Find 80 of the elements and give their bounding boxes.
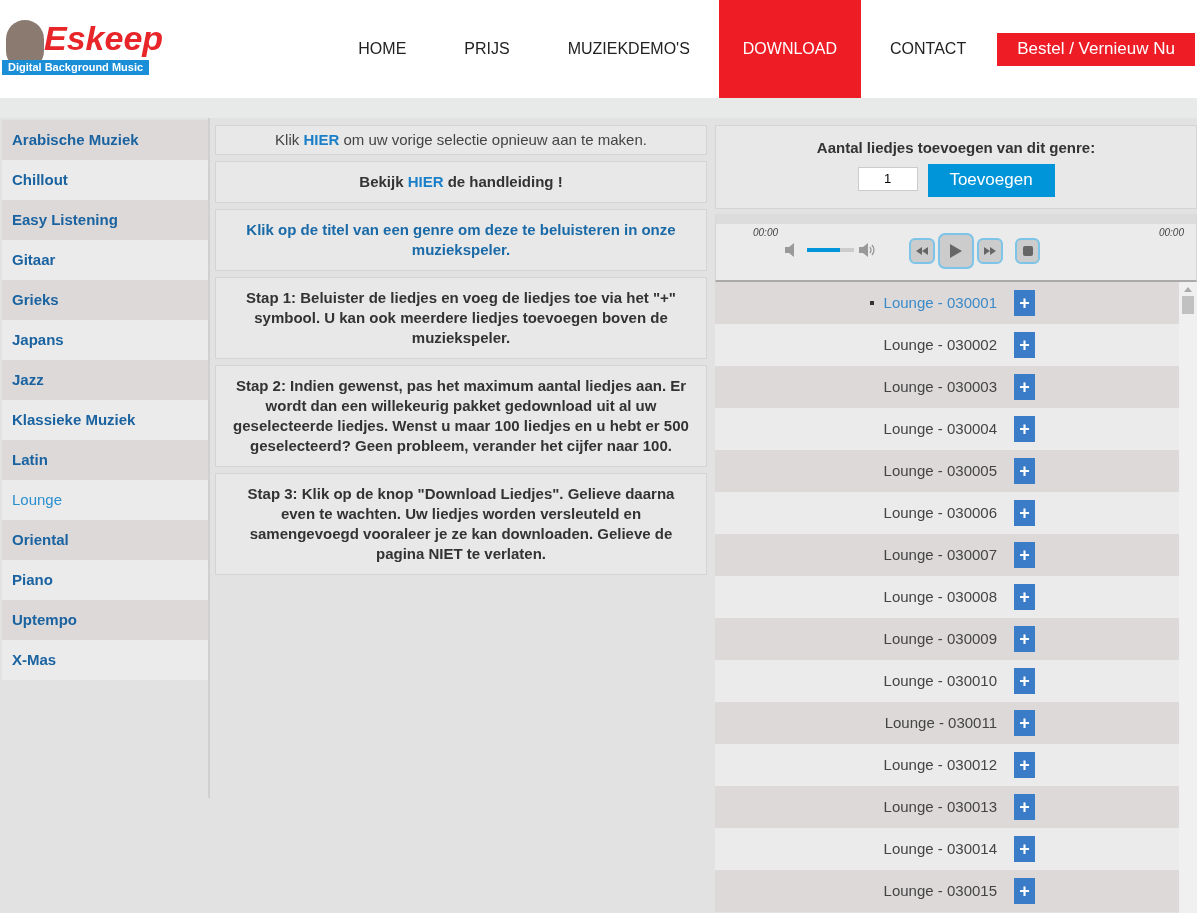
volume-max-icon[interactable]: [859, 243, 877, 257]
add-track-button[interactable]: +: [1014, 416, 1035, 442]
genre-item[interactable]: Latin: [2, 440, 208, 480]
fast-forward-icon: [984, 247, 996, 255]
track-title[interactable]: Lounge - 030015: [883, 879, 997, 903]
order-button[interactable]: Bestel / Vernieuw Nu: [997, 32, 1195, 66]
track-title[interactable]: Lounge - 030008: [883, 585, 997, 609]
add-track-button[interactable]: +: [1014, 500, 1035, 526]
add-track-button[interactable]: +: [1014, 542, 1035, 568]
track-title[interactable]: Lounge - 030011: [884, 711, 997, 735]
nav-link[interactable]: CONTACT: [861, 0, 996, 98]
bullet-icon: [869, 301, 874, 305]
add-track-button[interactable]: +: [1014, 878, 1035, 904]
genre-item[interactable]: Klassieke Muziek: [2, 400, 208, 440]
step-text: Stap 2: Indien gewenst, pas het maximum aantal liedjes aan. Er wordt dan een willekeurig pakket gedownload uit al uw geselecteerde liedjes. Wenst u maar 100 liedjes en u hebt er 500 geselecteerd? Geen probleem, verander het cijfer naar 100.: [232, 376, 690, 456]
play-button[interactable]: [938, 233, 974, 269]
add-track-button[interactable]: +: [1014, 626, 1035, 652]
genre-item[interactable]: Uptempo: [2, 600, 208, 640]
add-track-button[interactable]: +: [1014, 668, 1035, 694]
add-track-button[interactable]: +: [1014, 290, 1035, 316]
genre-item[interactable]: Lounge: [2, 480, 208, 520]
track-title[interactable]: Lounge - 030013: [883, 795, 997, 819]
stop-icon: [1022, 246, 1033, 256]
track-title[interactable]: Lounge - 030002: [883, 333, 997, 357]
fast-forward-button[interactable]: [977, 238, 1003, 264]
track-title[interactable]: Lounge - 030010: [883, 669, 997, 693]
mute-icon[interactable]: [785, 243, 797, 257]
add-track-button[interactable]: +: [1014, 794, 1035, 820]
add-track-button[interactable]: +: [1014, 332, 1035, 358]
rewind-icon: [916, 247, 928, 255]
nav-link[interactable]: HOME: [329, 0, 436, 98]
genre-item[interactable]: Arabische Muziek: [2, 120, 208, 160]
genre-item[interactable]: Jazz: [2, 360, 208, 400]
genre-item[interactable]: Piano: [2, 560, 208, 600]
nav-link[interactable]: PRIJS: [435, 0, 539, 98]
track-title[interactable]: Lounge - 030001: [883, 291, 997, 315]
notice-text: Klik HIER om uw vorige selectie opnieuw aan te maken.: [274, 130, 648, 150]
add-track-button[interactable]: +: [1014, 458, 1035, 484]
rewind-button[interactable]: [909, 238, 935, 264]
add-label: Aantal liedjes toevoegen van dit genre:: [816, 138, 1096, 158]
here-link[interactable]: HIER: [303, 131, 340, 148]
logo-tagline: Digital Background Music: [2, 60, 150, 75]
scrollbar-thumb[interactable]: [1182, 296, 1194, 314]
genre-item[interactable]: Grieks: [2, 280, 208, 320]
track-title[interactable]: Lounge - 030005: [883, 459, 997, 483]
track-title[interactable]: Lounge - 030012: [883, 753, 997, 777]
logo-name: Eskeep: [44, 18, 164, 58]
track-title[interactable]: Lounge - 030009: [883, 627, 997, 651]
track-title[interactable]: Lounge - 030007: [883, 543, 997, 567]
add-track-button[interactable]: +: [1014, 710, 1035, 736]
track-title[interactable]: Lounge - 030003: [883, 375, 997, 399]
add-track-button[interactable]: +: [1014, 584, 1035, 610]
track-title[interactable]: Lounge - 030006: [883, 501, 997, 525]
add-track-button[interactable]: +: [1014, 374, 1035, 400]
track-title[interactable]: Lounge - 030014: [883, 837, 997, 861]
elapsed-time: 00:00: [753, 226, 779, 240]
genre-item[interactable]: Gitaar: [2, 240, 208, 280]
genre-item[interactable]: Easy Listening: [2, 200, 208, 240]
info-text: Klik op de titel van een genre om deze te beluisteren in onze muziekspeler.: [245, 220, 677, 260]
scroll-up-icon[interactable]: [1184, 287, 1192, 292]
add-track-button[interactable]: +: [1014, 836, 1035, 862]
count-input[interactable]: 1: [857, 166, 918, 191]
nav-link[interactable]: DOWNLOAD: [718, 0, 862, 98]
stop-button[interactable]: [1015, 238, 1040, 264]
here-link[interactable]: HIER: [407, 173, 444, 190]
genre-item[interactable]: Chillout: [2, 160, 208, 200]
nav-link[interactable]: MUZIEKDEMO'S: [538, 0, 719, 98]
step-text: Stap 3: Klik op de knop "Download Liedjes". Gelieve daarna even te wachten. Uw liedjes worden versleuteld en samengevoegd vooraleer je ze kan downloaden. Gelieve de pagina NIET te verlaten.: [246, 484, 676, 564]
scrollbar[interactable]: [1179, 282, 1197, 913]
genre-item[interactable]: Japans: [2, 320, 208, 360]
genre-item[interactable]: Oriental: [2, 520, 208, 560]
notice-text: Bekijk HIER de handleiding !: [358, 172, 564, 192]
total-time: 00:00: [1158, 226, 1184, 240]
genre-item[interactable]: X-Mas: [2, 640, 208, 680]
add-track-button[interactable]: +: [1014, 752, 1035, 778]
play-icon: [950, 244, 962, 258]
step-text: Stap 1: Beluister de liedjes en voeg de liedjes toe via het "+" symbool. U kan ook meerdere liedjes toevoegen boven de muziekspeler.: [245, 288, 677, 348]
track-title[interactable]: Lounge - 030004: [883, 417, 997, 441]
add-songs-button[interactable]: Toevoegen: [927, 163, 1055, 197]
volume-slider[interactable]: [807, 248, 854, 252]
